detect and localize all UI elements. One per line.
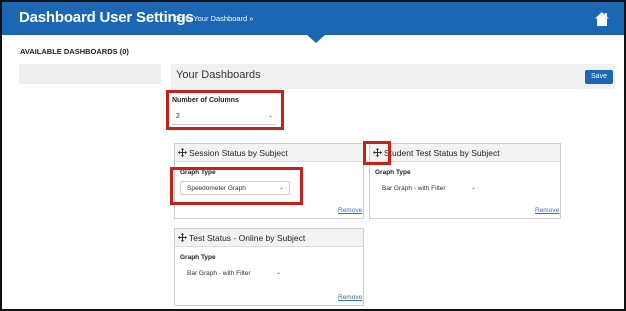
- dashboard-card-student-test-status: Student Test Status by Subject Graph Typ…: [369, 143, 561, 219]
- card-title: Test Status - Online by Subject: [189, 233, 306, 243]
- card-header[interactable]: Student Test Status by Subject: [370, 144, 560, 162]
- card-header[interactable]: Session Status by Subject: [175, 144, 363, 162]
- card-header[interactable]: Test Status - Online by Subject: [175, 229, 363, 247]
- chevron-down-icon: ⌄: [470, 185, 476, 191]
- chevron-down-icon: ⌄: [275, 270, 281, 276]
- page-title: Dashboard User Settings: [19, 9, 194, 26]
- card-title: Session Status by Subject: [189, 148, 288, 158]
- graph-type-label: Graph Type: [375, 169, 411, 176]
- graph-type-label: Graph Type: [180, 254, 216, 261]
- move-icon[interactable]: [178, 148, 187, 157]
- remove-link[interactable]: Remove: [338, 294, 362, 301]
- your-dashboards-title: Your Dashboards: [176, 69, 261, 81]
- graph-type-value: Bar Graph - with Filter: [382, 185, 446, 192]
- available-dashboards-panel: [19, 64, 161, 84]
- remove-link[interactable]: Remove: [338, 207, 362, 214]
- available-dashboards-label: AVAILABLE DASHBOARDS (0): [20, 47, 129, 56]
- home-icon[interactable]: [594, 11, 610, 27]
- move-icon[interactable]: [178, 233, 187, 242]
- graph-type-value: Bar Graph - with Filter: [187, 270, 251, 277]
- highlight-box-columns: [166, 90, 284, 130]
- top-header: Dashboard User Settings Go to Your Dashb…: [2, 2, 624, 35]
- graph-type-select[interactable]: Bar Graph - with Filter ⌄: [375, 181, 482, 195]
- remove-link[interactable]: Remove: [535, 207, 559, 214]
- card-title: Student Test Status by Subject: [384, 148, 500, 158]
- save-button[interactable]: Save: [585, 70, 613, 84]
- highlight-box-graph-type: [170, 167, 303, 205]
- go-to-dashboard-link[interactable]: Go to Your Dashboard »: [173, 14, 253, 23]
- graph-type-select[interactable]: Bar Graph - with Filter ⌄: [180, 266, 287, 280]
- header-pointer: [307, 35, 325, 43]
- highlight-box-move-handle: [363, 141, 391, 165]
- dashboard-card-test-status-online: Test Status - Online by Subject Graph Ty…: [174, 228, 364, 306]
